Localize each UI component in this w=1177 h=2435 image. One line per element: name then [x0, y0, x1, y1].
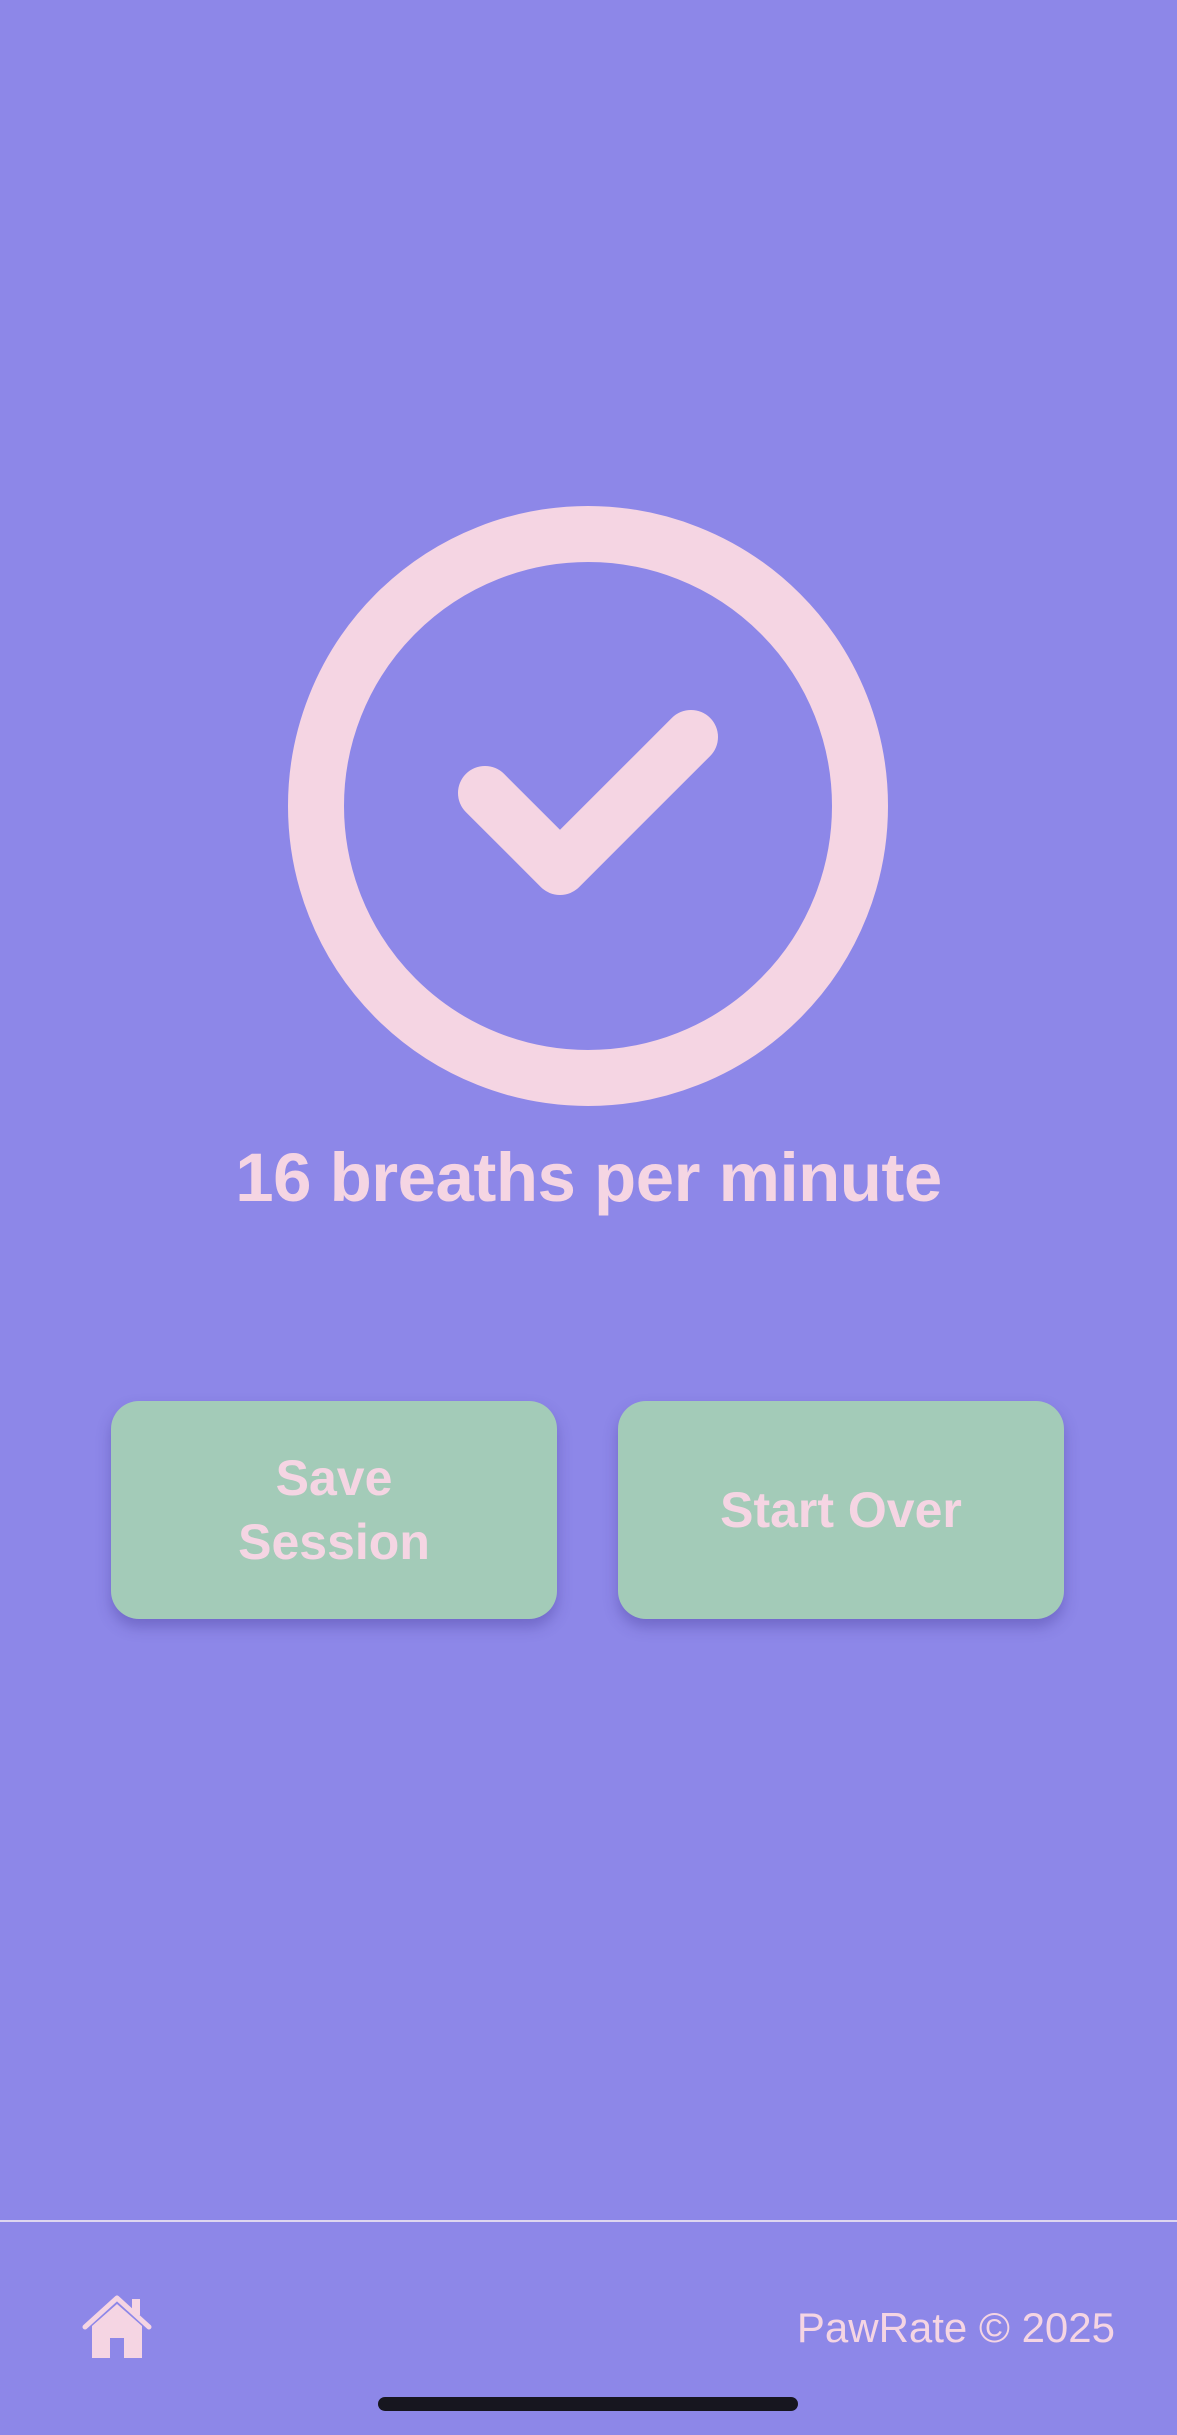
footer-copyright: PawRate © 2025	[796, 2304, 1115, 2351]
home-icon[interactable]	[82, 2294, 152, 2360]
save-session-button[interactable]: Save Session	[111, 1401, 557, 1619]
start-over-label: Start Over	[720, 1482, 962, 1538]
save-session-label: Save Session	[238, 1450, 430, 1570]
footer-divider	[0, 2220, 1177, 2222]
start-over-button[interactable]: Start Over	[618, 1401, 1064, 1619]
check-circle-icon	[288, 506, 888, 1106]
breath-rate-result: 16 breaths per minute	[235, 1139, 942, 1216]
home-indicator[interactable]	[378, 2397, 798, 2411]
